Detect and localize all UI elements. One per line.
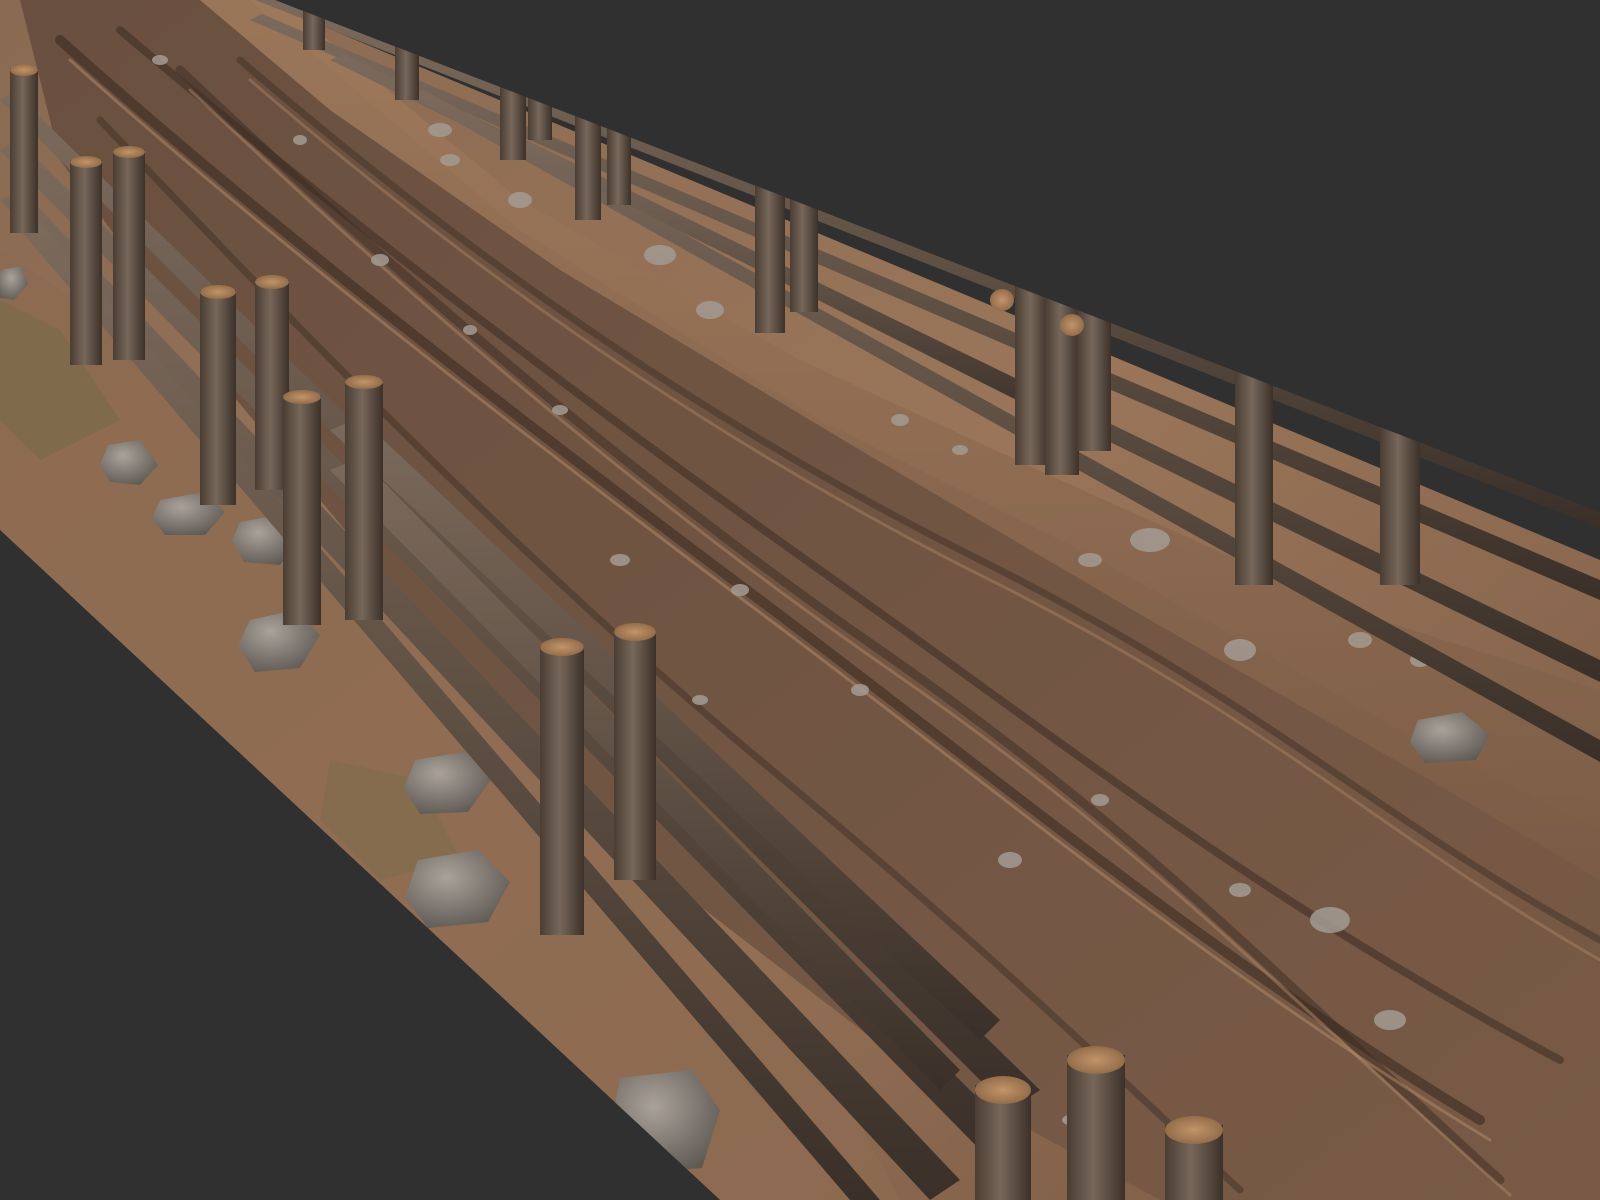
post xyxy=(540,645,584,935)
rail-end xyxy=(1060,314,1084,336)
post xyxy=(113,150,145,360)
post-top xyxy=(10,64,38,76)
post-top xyxy=(113,146,145,158)
post xyxy=(614,630,656,880)
rail-end xyxy=(990,289,1014,311)
post-top xyxy=(614,623,656,641)
post-top xyxy=(1165,1116,1223,1144)
post-top xyxy=(1067,1046,1125,1074)
post xyxy=(70,160,102,365)
post-top xyxy=(200,285,236,299)
post xyxy=(200,290,236,505)
post xyxy=(345,380,383,620)
post-top xyxy=(345,375,383,389)
trail-scene xyxy=(0,0,1600,1200)
post-top xyxy=(70,156,102,168)
post xyxy=(283,395,321,625)
post-top xyxy=(283,390,321,404)
post xyxy=(10,68,38,233)
post-top xyxy=(255,275,289,289)
post xyxy=(1067,1055,1125,1200)
post-top xyxy=(975,1076,1031,1104)
post-top xyxy=(540,638,584,656)
